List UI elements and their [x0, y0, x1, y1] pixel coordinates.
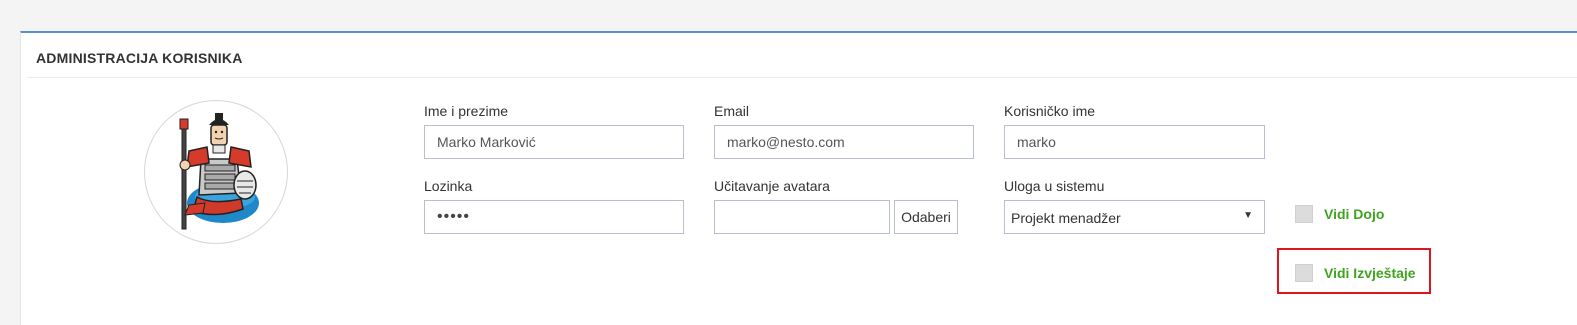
panel-divider	[27, 77, 1577, 78]
panel-title: ADMINISTRACIJA KORISNIKA	[36, 50, 243, 66]
avatar-upload-label: Učitavanje avatara	[714, 178, 830, 194]
highlight-box	[1277, 248, 1431, 294]
password-label: Lozinka	[424, 178, 473, 194]
full-name-label: Ime i prezime	[424, 103, 509, 119]
email-label: Email	[714, 103, 750, 119]
full-name-field[interactable]	[424, 125, 684, 159]
samurai-avatar-icon	[179, 113, 259, 230]
user-avatar	[144, 100, 288, 244]
role-select[interactable]: Projekt menadžer ▼	[1004, 200, 1265, 234]
username-label: Korisničko ime	[1004, 103, 1096, 119]
user-admin-panel: ADMINISTRACIJA KORISNIKA Ime i prezime M…	[20, 31, 1577, 325]
view-dojo-checkbox[interactable]	[1295, 205, 1313, 223]
browse-button[interactable]: Odaberi	[894, 200, 958, 234]
avatar-upload-field[interactable]	[714, 200, 890, 234]
chevron-down-icon: ▼	[1243, 210, 1253, 221]
view-dojo-label: Vidi Dojo	[1324, 206, 1385, 222]
role-label: Uloga u sistemu	[1004, 178, 1105, 194]
password-field[interactable]	[424, 200, 684, 234]
role-select-value: Projekt menadžer	[1011, 210, 1121, 226]
email-field[interactable]	[714, 125, 974, 159]
username-field[interactable]	[1004, 125, 1265, 159]
